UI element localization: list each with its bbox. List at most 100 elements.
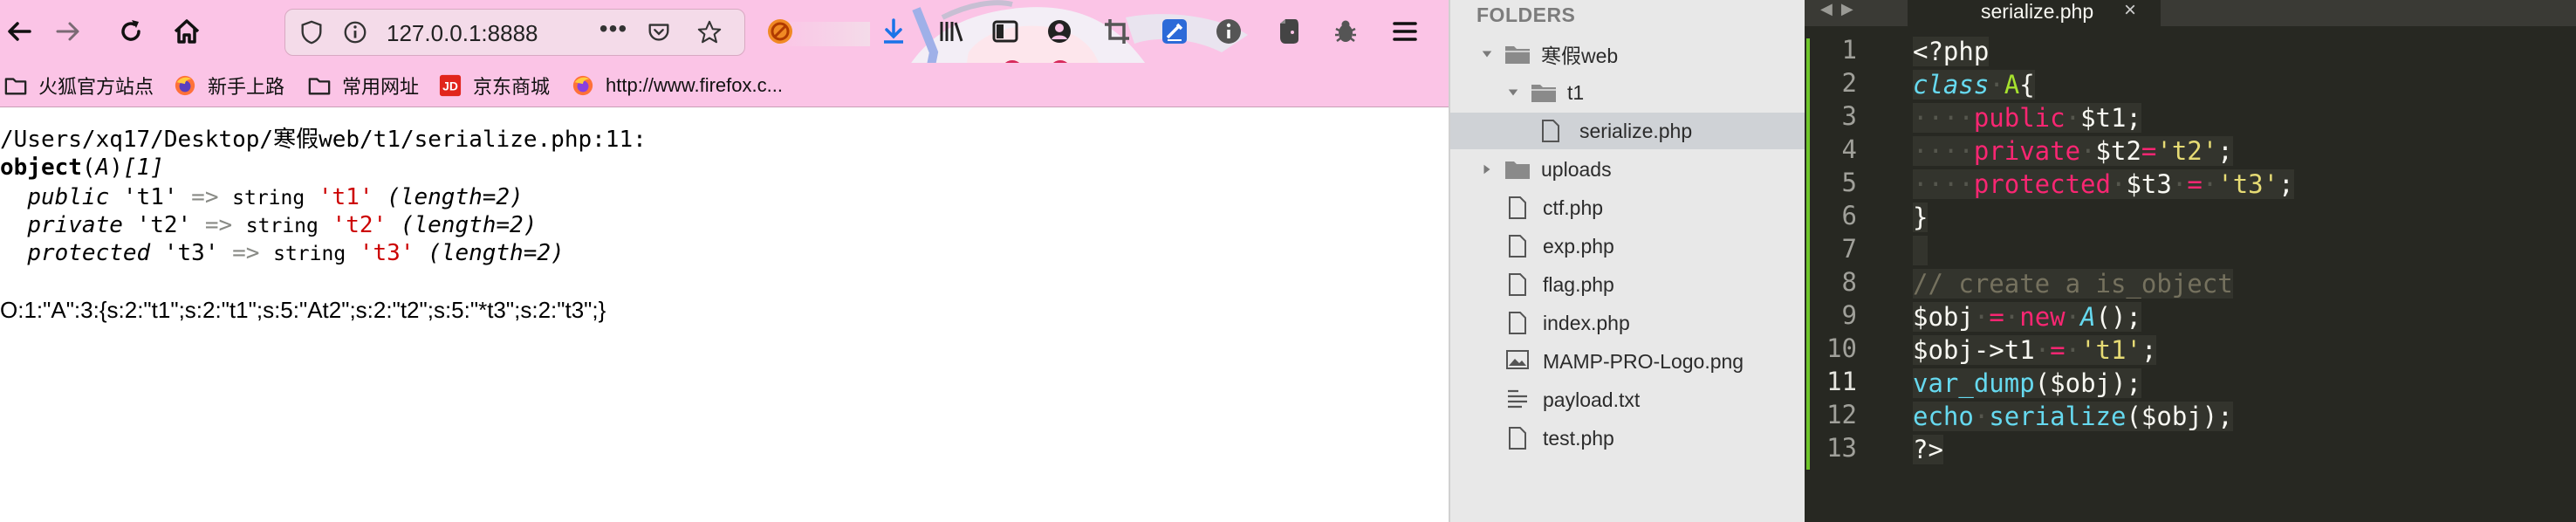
url-text[interactable]: 127.0.0.1:8888 — [387, 20, 538, 47]
line-number: 2 — [1841, 68, 1857, 98]
variable: $t1; — [2080, 103, 2141, 133]
string-literal: 't3' — [2217, 169, 2279, 199]
menu-icon[interactable] — [1389, 16, 1421, 47]
tree-file[interactable]: ctf.php — [1450, 190, 1806, 225]
prop-length: (length=2) — [387, 184, 524, 210]
download-icon[interactable] — [878, 16, 909, 47]
disclosure-open-icon[interactable] — [1480, 47, 1494, 61]
code-line[interactable]: ····public·$t1; — [1913, 101, 2141, 134]
extension-orange-icon[interactable] — [764, 16, 796, 47]
tree-file[interactable]: test.php — [1450, 421, 1806, 456]
folder-open-icon — [1531, 82, 1557, 103]
code-line[interactable]: ····private·$t2='t2'; — [1913, 134, 2233, 168]
code-line[interactable]: class·A{ — [1913, 68, 2035, 101]
file-icon — [1508, 234, 1527, 258]
tree-file[interactable]: flag.php — [1450, 267, 1806, 302]
code-line-empty[interactable] — [1913, 234, 1929, 267]
variable: $t2 — [2095, 136, 2141, 166]
prop-type: string — [232, 187, 305, 209]
code-line[interactable]: <?php — [1913, 35, 1990, 68]
code-line[interactable]: $obj·=·new·A(); — [1913, 300, 2141, 333]
crop-tool-icon[interactable] — [1101, 16, 1133, 47]
image-file-icon — [1506, 349, 1529, 374]
tree-label: ctf.php — [1543, 196, 1604, 219]
evernote-icon[interactable] — [1272, 16, 1304, 47]
folders-title: FOLDERS — [1476, 3, 1576, 26]
file-icon — [1508, 311, 1527, 335]
modifier: protected — [1973, 169, 2111, 199]
file-icon — [1508, 426, 1527, 450]
prop-length: (length=2) — [428, 240, 565, 266]
dump-prop-row: protected 't3' => string 't3' (length=2) — [0, 239, 565, 268]
editor-tab[interactable]: serialize.php × — [1908, 0, 2161, 26]
firefox-icon — [173, 73, 197, 98]
account-icon[interactable] — [1044, 16, 1075, 47]
home-button[interactable] — [168, 12, 206, 51]
bookmark-item[interactable]: 火狐官方站点 — [3, 72, 154, 100]
tree-file[interactable]: index.php — [1450, 306, 1806, 340]
prop-visibility: protected — [27, 240, 151, 266]
tree-file[interactable]: payload.txt — [1450, 382, 1806, 417]
tree-file-active[interactable]: serialize.php — [1450, 113, 1806, 149]
code-line[interactable]: $obj->t1·=·'t1'; — [1913, 333, 2157, 367]
bookmark-item[interactable]: 常用网址 — [307, 72, 419, 100]
sidebar-toggle-icon[interactable] — [990, 16, 1021, 47]
disclosure-open-icon[interactable] — [1506, 86, 1520, 100]
info-circle-icon[interactable] — [1213, 16, 1244, 47]
tree-folder-root[interactable]: 寒假web — [1450, 37, 1806, 72]
prop-value: 't2' — [332, 212, 387, 238]
library-icon[interactable] — [935, 16, 967, 47]
tab-nav-arrows-icon[interactable]: ◀▶ — [1820, 0, 1862, 18]
prop-type: string — [245, 215, 319, 237]
tree-folder-t1[interactable]: t1 — [1450, 75, 1806, 110]
string-literal: 't2' — [2156, 136, 2218, 166]
browser-window: 127.0.0.1:8888 ••• 火狐官方站点 新手上路 常用网址 JD 京… — [0, 0, 1449, 522]
bookmark-item[interactable]: JD 京东商城 — [438, 72, 550, 100]
folder-icon — [1504, 159, 1531, 180]
dump-object-line: object(A)[1] — [0, 155, 164, 181]
bookmark-label: 新手上路 — [208, 76, 285, 98]
modifier: public — [1973, 103, 2066, 133]
code-line[interactable]: } — [1913, 201, 1929, 234]
code-line[interactable]: // create a is_object — [1913, 267, 2233, 300]
php-close-tag: ?> — [1913, 435, 1943, 464]
pocket-icon[interactable] — [645, 18, 673, 46]
call-args: ($obj); — [2126, 402, 2233, 431]
url-bar[interactable]: 127.0.0.1:8888 ••• — [284, 9, 870, 56]
close-brace: } — [1913, 203, 1929, 232]
operator: = — [2050, 335, 2066, 365]
bookmark-item[interactable]: 新手上路 — [173, 72, 284, 100]
bug-icon[interactable] — [1330, 16, 1361, 47]
operator: = — [1989, 302, 2004, 332]
comment: // create a is_object — [1913, 269, 2233, 299]
bookmark-star-icon[interactable] — [695, 18, 723, 46]
line-number: 6 — [1841, 201, 1857, 230]
code-line[interactable]: ?> — [1913, 433, 1943, 466]
dump-path: /Users/xq17/Desktop/寒假web/t1/serialize.p… — [0, 127, 647, 153]
code-line[interactable]: echo·serialize($obj); — [1913, 400, 2233, 433]
tree-label: test.php — [1543, 426, 1614, 450]
more-actions-icon[interactable]: ••• — [599, 15, 627, 43]
bookmark-item[interactable]: http://www.firefox.c... — [571, 72, 783, 100]
tab-close-icon[interactable]: × — [2124, 0, 2136, 23]
reload-button[interactable] — [112, 12, 150, 51]
code-line[interactable]: ····protected·$t3·=·'t3'; — [1913, 168, 2294, 201]
line-number: 7 — [1841, 234, 1857, 264]
info-icon[interactable] — [341, 18, 369, 46]
note-extension-icon[interactable] — [1159, 16, 1190, 47]
tree-folder-uploads[interactable]: uploads — [1450, 152, 1806, 187]
line-number: 12 — [1826, 400, 1857, 429]
forward-button[interactable] — [49, 12, 87, 51]
code-line[interactable]: var_dump($obj); — [1913, 367, 2141, 400]
svg-text:JD: JD — [442, 79, 458, 93]
shield-icon[interactable] — [298, 18, 325, 46]
operator: = — [2141, 136, 2157, 166]
disclosure-closed-icon[interactable] — [1480, 162, 1494, 176]
tree-label: index.php — [1543, 311, 1630, 334]
call-args: ($obj); — [2034, 368, 2141, 398]
call-parens: (); — [2095, 302, 2141, 332]
tree-label: uploads — [1541, 157, 1612, 181]
tree-file[interactable]: exp.php — [1450, 229, 1806, 264]
tree-file[interactable]: MAMP-PRO-Logo.png — [1450, 344, 1806, 379]
back-button[interactable] — [0, 12, 38, 51]
